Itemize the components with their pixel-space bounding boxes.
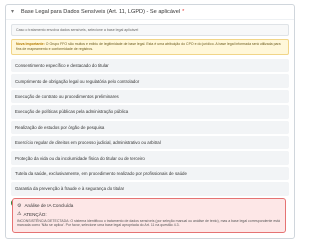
- hint-box: Caso o tratamento envolva dados sensívei…: [11, 24, 289, 36]
- warning-triangle-icon: ⚠: [17, 211, 22, 217]
- attention-line: ⚠ ATENÇÃO:: [17, 211, 281, 217]
- option-consentimento[interactable]: Consentimento específico e destacado do …: [11, 59, 289, 73]
- ai-analysis-alert: ⚙ Análise de IA Concluída ⚠ ATENÇÃO: INC…: [12, 198, 286, 233]
- warning-label: Nova Importante:: [16, 42, 45, 46]
- option-exercicio-direitos[interactable]: Exercício regular de direitos em process…: [11, 135, 289, 150]
- section-title: Base Legal para Dados Sensíveis (Art. 11…: [21, 9, 181, 15]
- warning-box: Nova Importante: O Grupo FFO são muitos …: [11, 39, 289, 55]
- ai-analysis-title: Análise de IA Concluída: [24, 203, 74, 208]
- legal-basis-panel: ▾ Base Legal para Dados Sensíveis (Art. …: [5, 4, 295, 239]
- option-execucao-contrato[interactable]: Execução de contrato ou procedimentos pr…: [11, 89, 289, 104]
- option-prevencao-fraude[interactable]: Garantia da prevenção à fraude e à segur…: [11, 182, 289, 196]
- ai-analysis-header: ⚙ Análise de IA Concluída: [17, 202, 281, 209]
- ai-analysis-body: INCONSISTÊNCIA DETECTADA: O sistema iden…: [17, 219, 280, 228]
- option-protecao-vida[interactable]: Proteção da vida ou da incolumidade físi…: [11, 151, 289, 165]
- options-list: Consentimento específico e destacado do …: [11, 59, 289, 196]
- chevron-down-icon[interactable]: ▾: [11, 9, 17, 15]
- required-mark: *: [182, 9, 185, 15]
- option-estudos-pesquisa[interactable]: Realização de estudos por órgão de pesqu…: [11, 120, 289, 134]
- robot-icon: ⚙: [17, 202, 22, 209]
- section-header[interactable]: ▾ Base Legal para Dados Sensíveis (Art. …: [6, 5, 294, 20]
- attention-label: ATENÇÃO:: [23, 211, 47, 217]
- option-obrigacao-legal[interactable]: Cumprimento de obrigação legal ou regula…: [11, 74, 289, 88]
- option-tutela-saude[interactable]: Tutela da saúde, exclusivamente, em proc…: [11, 166, 289, 181]
- option-politicas-publicas[interactable]: Execução de políticas públicas pela admi…: [11, 105, 289, 119]
- warning-text: O Grupo FFO são muitos e exibiu de legit…: [16, 42, 281, 51]
